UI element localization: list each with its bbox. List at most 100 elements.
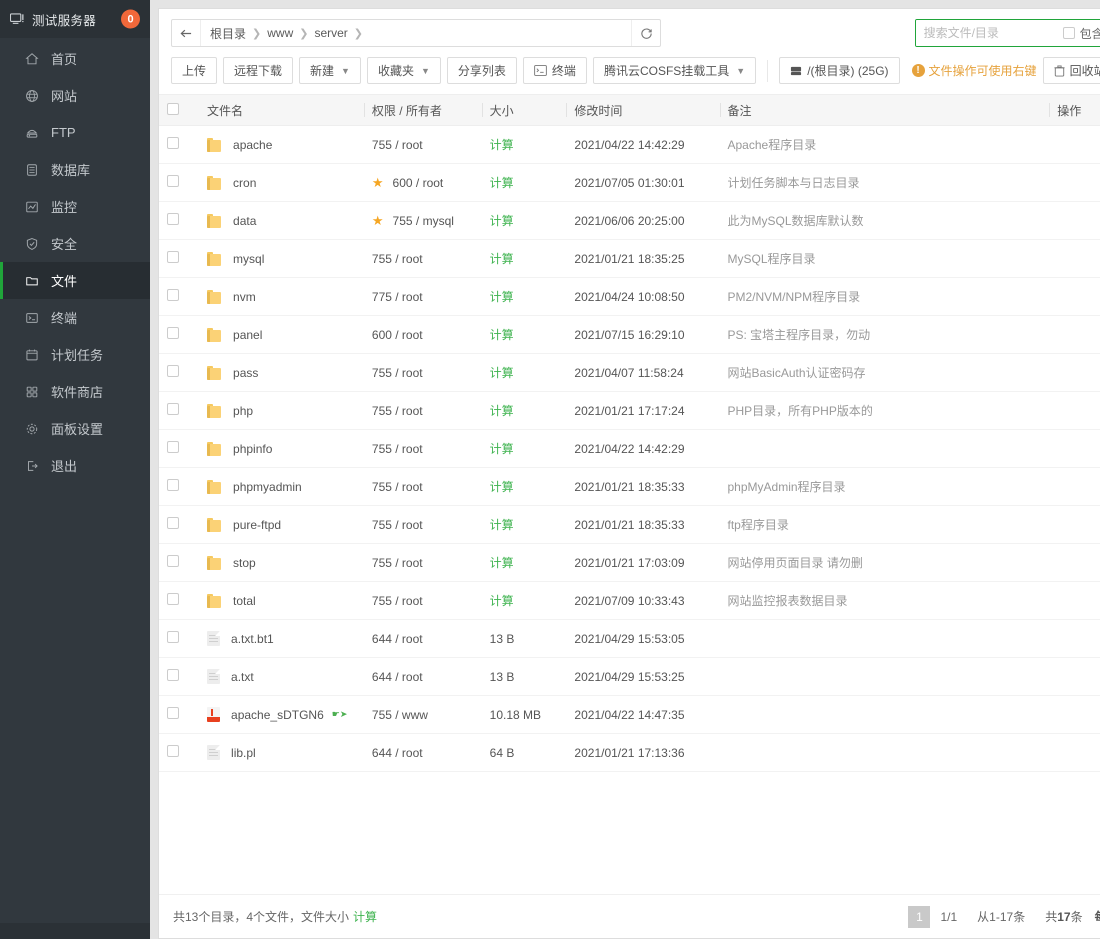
- favorite-star-icon[interactable]: ★: [372, 176, 384, 189]
- file-name-cell[interactable]: apache_sDTGN6☛➤: [199, 696, 364, 734]
- permission-cell[interactable]: 644 / root: [364, 658, 482, 696]
- note-cell[interactable]: [720, 658, 1050, 696]
- disk-usage-button[interactable]: /(根目录) (25G): [779, 57, 899, 84]
- size-cell[interactable]: 计算: [482, 468, 567, 506]
- operation-cell[interactable]: [1049, 582, 1100, 620]
- size-cell[interactable]: 计算: [482, 164, 567, 202]
- sidebar-item-database[interactable]: 数据库: [0, 151, 150, 188]
- row-checkbox[interactable]: [167, 441, 179, 453]
- permission-cell[interactable]: 644 / root: [364, 734, 482, 772]
- file-name-cell[interactable]: panel: [199, 316, 364, 354]
- note-cell[interactable]: 网站停用页面目录 请勿删: [720, 544, 1050, 582]
- row-checkbox[interactable]: [167, 327, 179, 339]
- table-row[interactable]: nvm775 / root计算2021/04/24 10:08:50PM2/NV…: [159, 278, 1100, 316]
- select-all-checkbox[interactable]: [167, 103, 179, 115]
- note-cell[interactable]: MySQL程序目录: [720, 240, 1050, 278]
- back-button[interactable]: [172, 20, 201, 46]
- column-header-permission[interactable]: 权限 / 所有者: [364, 95, 482, 126]
- table-row[interactable]: total755 / root计算2021/07/09 10:33:43网站监控…: [159, 582, 1100, 620]
- column-header-note[interactable]: 备注: [720, 95, 1050, 126]
- size-label[interactable]: 计算: [490, 480, 514, 494]
- favorites-button[interactable]: 收藏夹 ▼: [367, 57, 441, 84]
- size-label[interactable]: 计算: [490, 366, 514, 380]
- table-row[interactable]: mysql755 / root计算2021/01/21 18:35:25MySQ…: [159, 240, 1100, 278]
- file-name-cell[interactable]: nvm: [199, 278, 364, 316]
- operation-cell[interactable]: [1049, 240, 1100, 278]
- note-cell[interactable]: 计划任务脚本与日志目录: [720, 164, 1050, 202]
- table-row[interactable]: a.txt.bt1644 / root13 B2021/04/29 15:53:…: [159, 620, 1100, 658]
- row-checkbox[interactable]: [167, 251, 179, 263]
- sidebar-item-panel-settings[interactable]: 面板设置: [0, 410, 150, 447]
- sidebar-item-website[interactable]: 网站: [0, 77, 150, 114]
- size-label[interactable]: 计算: [490, 176, 514, 190]
- operation-cell[interactable]: [1049, 164, 1100, 202]
- row-checkbox[interactable]: [167, 289, 179, 301]
- note-cell[interactable]: PM2/NVM/NPM程序目录: [720, 278, 1050, 316]
- note-cell[interactable]: [720, 620, 1050, 658]
- note-cell[interactable]: 网站BasicAuth认证密码存: [720, 354, 1050, 392]
- sidebar-item-security[interactable]: 安全: [0, 225, 150, 262]
- row-checkbox[interactable]: [167, 403, 179, 415]
- table-row[interactable]: pass755 / root计算2021/04/07 11:58:24网站Bas…: [159, 354, 1100, 392]
- row-checkbox[interactable]: [167, 631, 179, 643]
- size-label[interactable]: 计算: [490, 328, 514, 342]
- new-button[interactable]: 新建 ▼: [299, 57, 361, 84]
- size-label[interactable]: 计算: [490, 290, 514, 304]
- upload-button[interactable]: 上传: [171, 57, 217, 84]
- note-cell[interactable]: phpMyAdmin程序目录: [720, 468, 1050, 506]
- size-label[interactable]: 计算: [490, 404, 514, 418]
- breadcrumb-item-root[interactable]: 根目录: [210, 25, 246, 42]
- file-name-cell[interactable]: php: [199, 392, 364, 430]
- row-checkbox[interactable]: [167, 137, 179, 149]
- permission-cell[interactable]: 755 / root: [364, 240, 482, 278]
- file-name-cell[interactable]: total: [199, 582, 364, 620]
- permission-cell[interactable]: 755 / www: [364, 696, 482, 734]
- size-cell[interactable]: 计算: [482, 582, 567, 620]
- permission-cell[interactable]: 755 / root: [364, 468, 482, 506]
- per-page-selector[interactable]: 每页 100 ▼ 条: [1093, 908, 1100, 925]
- terminal-button[interactable]: 终端: [523, 57, 587, 84]
- table-row[interactable]: pure-ftpd755 / root计算2021/01/21 18:35:33…: [159, 506, 1100, 544]
- row-checkbox[interactable]: [167, 365, 179, 377]
- refresh-button[interactable]: [631, 20, 660, 46]
- table-row[interactable]: panel600 / root计算2021/07/15 16:29:10PS: …: [159, 316, 1100, 354]
- recycle-bin-button[interactable]: 回收站: [1043, 57, 1100, 84]
- table-row[interactable]: data★755 / mysql计算2021/06/06 20:25:00此为M…: [159, 202, 1100, 240]
- operation-cell[interactable]: [1049, 278, 1100, 316]
- table-row[interactable]: phpmyadmin755 / root计算2021/01/21 18:35:3…: [159, 468, 1100, 506]
- sidebar-item-files[interactable]: 文件: [0, 262, 150, 299]
- permission-cell[interactable]: 755 / root: [364, 506, 482, 544]
- size-label[interactable]: 计算: [490, 252, 514, 266]
- sidebar-item-ftp[interactable]: FTP: [0, 114, 150, 151]
- size-cell[interactable]: 计算: [482, 316, 567, 354]
- note-cell[interactable]: Apache程序目录: [720, 126, 1050, 164]
- permission-cell[interactable]: ★755 / mysql: [364, 202, 482, 240]
- table-row[interactable]: php755 / root计算2021/01/21 17:17:24PHP目录，…: [159, 392, 1100, 430]
- permission-cell[interactable]: 755 / root: [364, 430, 482, 468]
- row-checkbox[interactable]: [167, 555, 179, 567]
- sidebar-item-logout[interactable]: 退出: [0, 447, 150, 484]
- size-cell[interactable]: 计算: [482, 392, 567, 430]
- size-cell[interactable]: 计算: [482, 240, 567, 278]
- table-row[interactable]: phpinfo755 / root计算2021/04/22 14:42:29: [159, 430, 1100, 468]
- size-label[interactable]: 计算: [490, 556, 514, 570]
- row-checkbox[interactable]: [167, 213, 179, 225]
- size-label[interactable]: 计算: [490, 214, 514, 228]
- breadcrumb-item-www[interactable]: www: [267, 26, 293, 40]
- table-row[interactable]: apache_sDTGN6☛➤755 / www10.18 MB2021/04/…: [159, 696, 1100, 734]
- permission-cell[interactable]: 775 / root: [364, 278, 482, 316]
- size-cell[interactable]: 计算: [482, 202, 567, 240]
- size-label[interactable]: 计算: [490, 138, 514, 152]
- size-label[interactable]: 计算: [490, 594, 514, 608]
- operation-cell[interactable]: [1049, 696, 1100, 734]
- operation-cell[interactable]: [1049, 354, 1100, 392]
- note-cell[interactable]: ftp程序目录: [720, 506, 1050, 544]
- checkbox-box[interactable]: [1063, 27, 1075, 39]
- table-row[interactable]: a.txt644 / root13 B2021/04/29 15:53:25: [159, 658, 1100, 696]
- table-row[interactable]: stop755 / root计算2021/01/21 17:03:09网站停用页…: [159, 544, 1100, 582]
- row-checkbox[interactable]: [167, 175, 179, 187]
- row-checkbox[interactable]: [167, 593, 179, 605]
- search-input[interactable]: [916, 20, 1061, 46]
- operation-cell[interactable]: [1049, 392, 1100, 430]
- note-cell[interactable]: [720, 430, 1050, 468]
